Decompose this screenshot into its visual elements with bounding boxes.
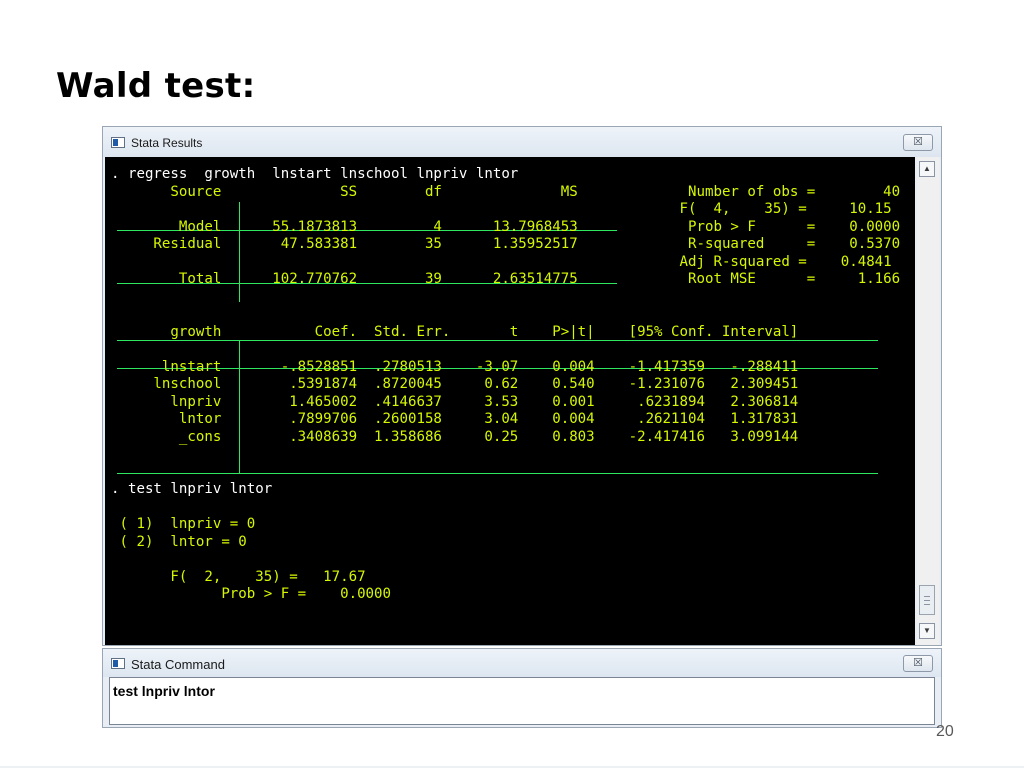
close-icon: ☒ xyxy=(913,657,923,669)
test-constraint: ( 1) lnpriv = 0 xyxy=(119,516,256,532)
test-constraint: ( 2) lntor = 0 xyxy=(119,533,247,550)
nobs-stat: Number of obs = 40 xyxy=(688,183,901,200)
scroll-thumb[interactable] xyxy=(919,585,935,615)
app-icon xyxy=(111,137,125,148)
results-scrollbar[interactable]: ▲ ▼ xyxy=(917,157,939,645)
anova-row: Residual 47.583381 35 1.35952517 xyxy=(111,236,578,252)
anova-row: Total 102.770762 39 2.63514775 xyxy=(111,271,578,287)
slide-title: Wald test: xyxy=(56,66,256,106)
command-titlebar[interactable]: Stata Command ☒ xyxy=(103,649,941,677)
coef-row: lntor .7899706 .2600158 3.04 0.004 .2621… xyxy=(111,411,799,427)
coef-header: growth Coef. Std. Err. t P>|t| [95% Conf… xyxy=(111,323,807,340)
model-stat: Root MSE = 1.166 xyxy=(688,271,901,287)
scroll-thumb-grip xyxy=(924,596,930,597)
scroll-up-button[interactable]: ▲ xyxy=(919,161,935,177)
scroll-up-icon: ▲ xyxy=(923,164,931,173)
model-stat: Adj R-squared = 0.4841 xyxy=(679,253,892,270)
test-command: . test lnpriv lntor xyxy=(111,481,273,497)
close-button[interactable]: ☒ xyxy=(903,655,933,672)
scroll-down-icon: ▼ xyxy=(923,626,931,635)
test-f-stat: F( 2, 35) = 17.67 xyxy=(170,568,366,585)
results-console[interactable]: . regress growth lnstart lnschool lnpriv… xyxy=(105,157,915,645)
anova-row: Model 55.1873813 4 13.7968453 xyxy=(111,218,578,235)
command-window-title: Stata Command xyxy=(131,657,225,672)
console-output: . regress growth lnstart lnschool lnpriv… xyxy=(111,166,900,604)
command-input[interactable]: test lnpriv lntor xyxy=(109,677,935,725)
close-button[interactable]: ☒ xyxy=(903,134,933,151)
model-stat: F( 4, 35) = 10.15 xyxy=(679,201,892,217)
model-stat: Prob > F = 0.0000 xyxy=(688,218,901,235)
close-icon: ☒ xyxy=(913,136,923,148)
results-window-title: Stata Results xyxy=(131,136,203,150)
results-window: Stata Results ☒ . regress growth lnstart… xyxy=(102,126,942,646)
coef-row: _cons .3408639 1.358686 0.25 0.803 -2.41… xyxy=(111,428,799,445)
page-number: 20 xyxy=(936,723,954,740)
coef-row: lnstart -.8528851 .2780513 -3.07 0.004 -… xyxy=(111,358,799,375)
results-titlebar[interactable]: Stata Results ☒ xyxy=(103,127,941,157)
test-prob-stat: Prob > F = 0.0000 xyxy=(221,586,392,602)
coef-row: lnschool .5391874 .8720045 0.62 0.540 -1… xyxy=(111,376,799,392)
regress-command: . regress growth lnstart lnschool lnpriv… xyxy=(111,166,519,182)
model-stat: R-squared = 0.5370 xyxy=(688,236,901,252)
command-window: Stata Command ☒ test lnpriv lntor xyxy=(102,648,942,728)
scroll-down-button[interactable]: ▼ xyxy=(919,623,935,639)
anova-header: Source SS df MS xyxy=(111,183,578,200)
app-icon xyxy=(111,658,125,669)
coef-row: lnpriv 1.465002 .4146637 3.53 0.001 .623… xyxy=(111,393,799,410)
